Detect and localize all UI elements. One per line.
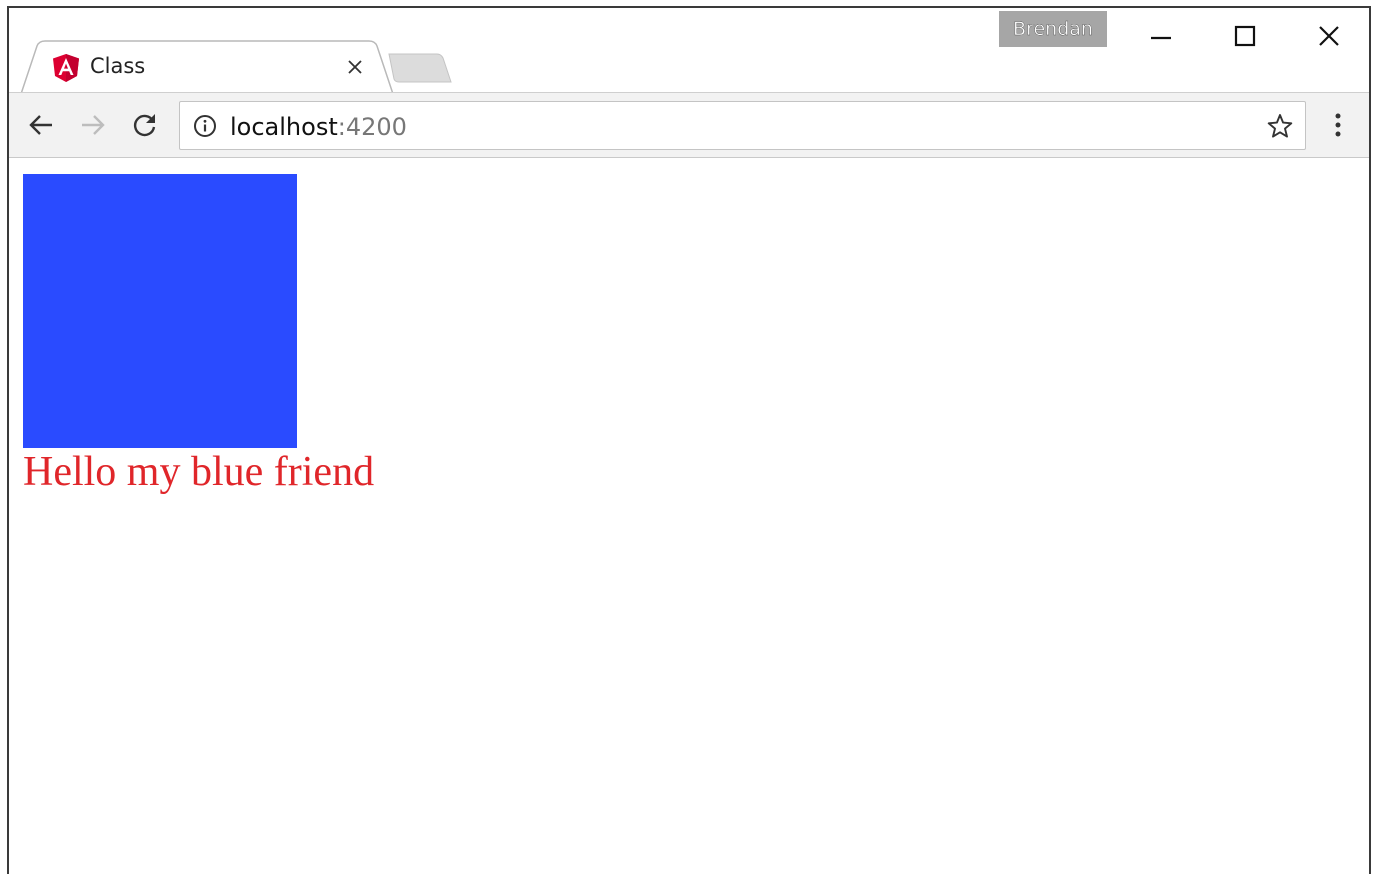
tab-title: Class	[90, 54, 146, 78]
browser-toolbar: localhost:4200	[9, 92, 1369, 158]
info-icon[interactable]	[193, 114, 217, 138]
url-text[interactable]: localhost:4200	[230, 113, 407, 141]
close-icon	[348, 60, 362, 74]
tab-close-button[interactable]	[342, 54, 368, 80]
browser-window: Class Brendan localhost:4200 Hello my bl…	[7, 6, 1371, 874]
menu-button[interactable]	[1320, 107, 1356, 143]
minimize-button[interactable]	[1126, 14, 1196, 58]
bookmark-button[interactable]	[1265, 111, 1295, 141]
star-icon	[1267, 114, 1293, 138]
greeting-text: Hello my blue friend	[23, 449, 375, 495]
close-window-button[interactable]	[1294, 14, 1364, 58]
page-content: Hello my blue friend	[9, 158, 1369, 874]
arrow-left-icon	[29, 115, 52, 135]
back-button[interactable]	[23, 107, 59, 143]
title-bar: Class Brendan	[9, 8, 1369, 94]
tab-class[interactable]: Class	[21, 40, 393, 94]
url-host: localhost	[230, 113, 338, 141]
maximize-button[interactable]	[1210, 14, 1280, 58]
minimize-icon	[1151, 36, 1171, 40]
forward-button[interactable]	[75, 107, 111, 143]
blue-box	[23, 174, 297, 448]
address-bar[interactable]: localhost:4200	[179, 101, 1306, 150]
new-tab-button[interactable]	[387, 52, 455, 84]
url-port: :4200	[337, 113, 407, 141]
profile-badge[interactable]: Brendan	[999, 11, 1107, 47]
angular-logo-icon	[53, 54, 79, 82]
reload-icon	[133, 114, 156, 137]
reload-button[interactable]	[127, 107, 163, 143]
close-icon	[1319, 26, 1339, 46]
maximize-icon	[1234, 25, 1256, 47]
arrow-right-icon	[82, 115, 105, 135]
more-vert-icon	[1335, 113, 1341, 137]
